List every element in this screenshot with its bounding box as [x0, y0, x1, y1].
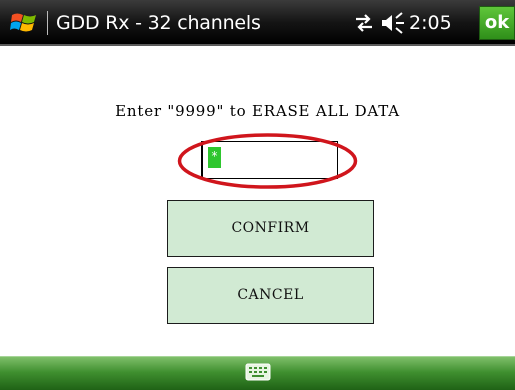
title-separator — [47, 11, 48, 35]
ok-button[interactable]: ok — [479, 6, 515, 40]
erase-dialog: Enter "9999" to ERASE ALL DATA * CONFIRM… — [0, 46, 515, 356]
soft-key-bar — [0, 356, 515, 390]
title-bar: GDD Rx - 32 channels 2:05 ok — [0, 0, 515, 46]
confirm-button[interactable]: CONFIRM — [167, 200, 374, 257]
erase-prompt: Enter "9999" to ERASE ALL DATA — [115, 102, 400, 120]
device-screen: GDD Rx - 32 channels 2:05 ok Enter "9999… — [0, 0, 515, 390]
app-title: GDD Rx - 32 channels — [56, 12, 261, 34]
windows-start-icon[interactable] — [10, 9, 38, 37]
connectivity-icon[interactable] — [353, 13, 375, 33]
highlight-ring — [177, 133, 358, 189]
clock[interactable]: 2:05 — [409, 12, 452, 34]
cancel-button[interactable]: CANCEL — [167, 267, 374, 324]
volume-icon[interactable] — [380, 12, 406, 34]
keyboard-icon[interactable] — [245, 362, 271, 382]
